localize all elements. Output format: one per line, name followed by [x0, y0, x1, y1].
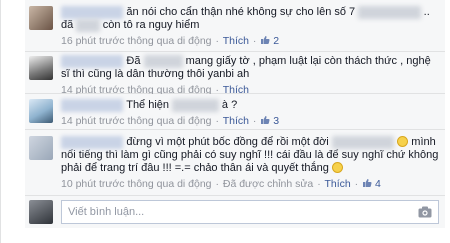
- commenter-name[interactable]: ████████: [61, 136, 124, 149]
- thumbs-up-icon: [261, 36, 270, 44]
- thumbs-up-icon: [261, 116, 270, 124]
- avatar[interactable]: [29, 99, 53, 123]
- camera-icon[interactable]: [418, 206, 432, 218]
- like-link[interactable]: Thích: [223, 115, 249, 127]
- comment-item: ████████ ăn nói cho cẩn thận nhé không s…: [25, 0, 445, 52]
- like-link[interactable]: Thích: [223, 35, 249, 47]
- comment-text: Đã: [126, 55, 141, 67]
- comment-meta: 16 phút trước thông qua di động · Thích …: [61, 35, 280, 47]
- smile-emoji-icon: [397, 136, 409, 147]
- timestamp[interactable]: 16 phút trước thông qua di động: [61, 35, 212, 47]
- timestamp[interactable]: 10 phút trước thông qua di động: [61, 178, 212, 190]
- comment-text: ăn nói cho cẩn thận nhé không sự cho lên…: [126, 6, 356, 18]
- like-link[interactable]: Thích: [324, 178, 350, 190]
- comment-meta: 10 phút trước thông qua di động · Đã đượ…: [61, 178, 381, 190]
- comment-item: ████████ đừng vì một phút bốc đồng để rồ…: [25, 130, 445, 196]
- comment-item: ████████ Thể hiện ██████ à ? 14 phút trư…: [25, 94, 445, 130]
- redacted-text: ████████: [331, 136, 395, 149]
- like-count[interactable]: 2: [260, 35, 279, 47]
- avatar[interactable]: [29, 136, 53, 160]
- redacted-text: ██████: [172, 99, 219, 112]
- redacted-text: ███: [76, 19, 100, 32]
- smile-emoji-icon: [331, 162, 343, 173]
- avatar[interactable]: [29, 6, 53, 30]
- redacted-text: █████: [143, 55, 183, 68]
- comment-text: Thể hiện: [126, 99, 170, 111]
- edited-label[interactable]: Đã được chỉnh sửa: [223, 178, 313, 190]
- comment-text: đừng vì một phút bốc đồng để rồi một đời: [126, 136, 329, 148]
- commenter-name[interactable]: ████████: [61, 6, 124, 19]
- comment-input-box[interactable]: [61, 200, 439, 224]
- redacted-text: ████████: [358, 6, 421, 19]
- avatar: [29, 200, 53, 224]
- comment-meta: 14 phút trước thông qua di động · Thích …: [61, 115, 280, 127]
- like-count[interactable]: 4: [362, 178, 381, 190]
- comment-text: còn tô ra nguy hiểm: [102, 19, 200, 31]
- comment-text: à ?: [221, 99, 238, 111]
- commenter-name[interactable]: ████████: [61, 99, 124, 112]
- comment-input[interactable]: [62, 201, 402, 223]
- timestamp[interactable]: 14 phút trước thông qua di động: [61, 115, 212, 127]
- comment-composer: [25, 196, 445, 228]
- commenter-name[interactable]: ████████: [61, 55, 124, 68]
- thumbs-up-icon: [363, 179, 372, 187]
- comment-thread: ████████ ăn nói cho cẩn thận nhé không s…: [0, 0, 450, 243]
- avatar[interactable]: [29, 56, 53, 80]
- comment-item: ████████ Đã █████ mang giấy tờ , phạm lu…: [25, 52, 445, 96]
- like-count[interactable]: 3: [260, 115, 279, 127]
